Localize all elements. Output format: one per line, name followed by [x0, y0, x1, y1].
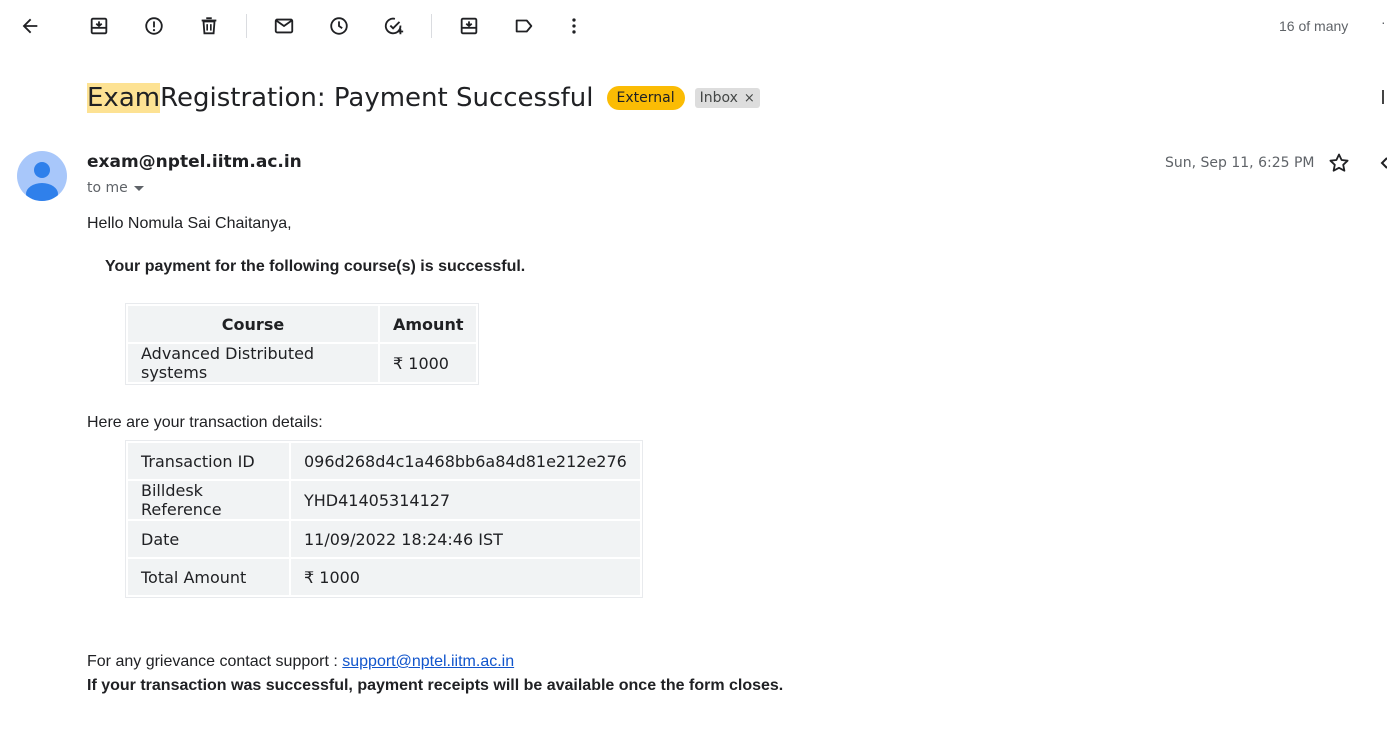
tx-label: Total Amount — [128, 559, 289, 595]
email-date: Sun, Sep 11, 6:25 PM — [1165, 155, 1315, 171]
delete-icon[interactable] — [193, 10, 225, 42]
back-arrow-icon[interactable] — [14, 10, 46, 42]
tx-label: Date — [128, 521, 289, 557]
recipient-line[interactable]: to me — [87, 180, 144, 196]
tx-value: ₹ 1000 — [291, 559, 640, 595]
more-vert-icon[interactable] — [558, 10, 590, 42]
support-text: For any grievance contact support : — [87, 653, 343, 670]
column-header: Amount — [380, 306, 477, 342]
receipt-note: If your transaction was successful, paym… — [87, 677, 784, 694]
transaction-intro: Here are your transaction details: — [87, 414, 323, 431]
toolbar-divider — [431, 14, 432, 38]
move-to-icon[interactable] — [453, 10, 485, 42]
payment-status-line: Your payment for the following course(s)… — [105, 258, 526, 275]
remove-label-icon[interactable]: × — [744, 91, 755, 106]
subject-highlight: Exam — [87, 83, 161, 113]
toolbar-divider — [246, 14, 247, 38]
next-page-icon[interactable]: · — [1381, 14, 1386, 30]
table-row: Transaction ID 096d268d4c1a468bb6a84d81e… — [128, 443, 640, 479]
label-icon[interactable] — [508, 10, 540, 42]
tx-label: Billdesk Reference — [128, 481, 289, 519]
support-email-link[interactable]: support@nptel.iitm.ac.in — [342, 653, 514, 670]
table-header-row: Course Amount — [128, 306, 477, 342]
mark-unread-icon[interactable] — [268, 10, 300, 42]
greeting: Hello Nomula Sai Chaitanya, — [87, 215, 292, 232]
table-row: Date 11/09/2022 18:24:46 IST — [128, 521, 640, 557]
inbox-label-text: Inbox — [699, 90, 738, 106]
avatar — [17, 151, 67, 201]
table-row: Advanced Distributed systems ₹ 1000 — [128, 344, 477, 382]
tx-label: Transaction ID — [128, 443, 289, 479]
course-name: Advanced Distributed systems — [128, 344, 378, 382]
tx-value: 11/09/2022 18:24:46 IST — [291, 521, 640, 557]
inbox-label[interactable]: Inbox × — [694, 88, 760, 108]
star-icon[interactable] — [1327, 151, 1351, 175]
recipient-text: to me — [87, 180, 128, 196]
sender-email[interactable]: exam@nptel.iitm.ac.in — [87, 152, 302, 172]
email-subject: Exam Registration: Payment Successful Ex… — [87, 80, 760, 116]
course-amount: ₹ 1000 — [380, 344, 477, 382]
table-row: Total Amount ₹ 1000 — [128, 559, 640, 595]
archive-icon[interactable] — [83, 10, 115, 42]
support-line: For any grievance contact support : supp… — [87, 653, 514, 671]
column-header: Course — [128, 306, 378, 342]
tx-value: YHD41405314127 — [291, 481, 640, 519]
subject-text: Registration: Payment Successful — [160, 83, 594, 113]
print-icon[interactable] — [1382, 90, 1387, 104]
external-badge: External — [606, 86, 685, 110]
table-row: Billdesk Reference YHD41405314127 — [128, 481, 640, 519]
report-spam-icon[interactable] — [138, 10, 170, 42]
add-to-tasks-icon[interactable] — [378, 10, 410, 42]
snooze-icon[interactable] — [323, 10, 355, 42]
page-count: 16 of many — [1279, 18, 1349, 34]
chevron-down-icon[interactable] — [133, 185, 144, 191]
email-toolbar: 16 of many · — [0, 0, 1387, 54]
tx-value: 096d268d4c1a468bb6a84d81e212e276 — [291, 443, 640, 479]
transaction-table: Transaction ID 096d268d4c1a468bb6a84d81e… — [125, 440, 643, 598]
course-table: Course Amount Advanced Distributed syste… — [125, 303, 480, 385]
reply-icon[interactable] — [1379, 155, 1387, 171]
